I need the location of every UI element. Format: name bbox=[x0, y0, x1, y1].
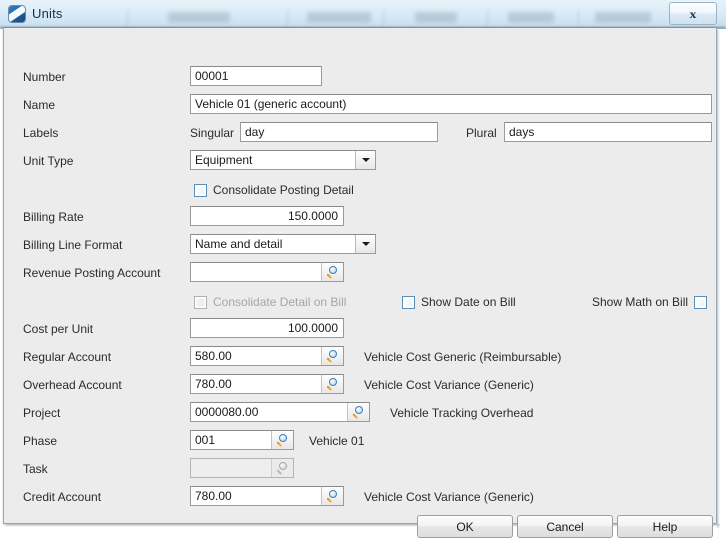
show-date-on-bill-label: Show Date on Bill bbox=[421, 294, 516, 309]
app-icon bbox=[9, 5, 25, 22]
billing-line-format-label: Billing Line Format bbox=[23, 238, 123, 252]
billing-line-format-value: Name and detail bbox=[195, 237, 283, 251]
cost-per-unit-input[interactable]: 100.0000 bbox=[190, 318, 344, 338]
labels-label: Labels bbox=[23, 126, 59, 140]
dialog-title: Units bbox=[32, 6, 63, 21]
ok-button[interactable]: OK bbox=[417, 515, 513, 538]
unit-type-label: Unit Type bbox=[23, 154, 74, 168]
regular-account-description: Vehicle Cost Generic (Reimbursable) bbox=[364, 350, 562, 364]
task-lookup-button bbox=[271, 459, 293, 477]
task-input bbox=[190, 458, 294, 478]
dialog-body: Number 00001 Name Vehicle 01 (generic ac… bbox=[3, 27, 718, 538]
magnifier-icon bbox=[326, 489, 339, 504]
overhead-account-description: Vehicle Cost Variance (Generic) bbox=[364, 378, 534, 392]
billing-line-format-select[interactable]: Name and detail bbox=[190, 234, 376, 254]
overhead-account-label: Overhead Account bbox=[23, 378, 122, 392]
magnifier-icon bbox=[326, 377, 339, 392]
billing-rate-input[interactable]: 150.0000 bbox=[190, 206, 344, 226]
project-label: Project bbox=[23, 406, 61, 420]
regular-account-input[interactable]: 580.00 bbox=[190, 346, 344, 366]
units-dialog-window: Units x Number 00001 Name Vehicle 01 (ge… bbox=[0, 0, 726, 538]
phase-description: Vehicle 01 bbox=[309, 434, 365, 448]
singular-input[interactable]: day bbox=[240, 122, 438, 142]
phase-lookup-button[interactable] bbox=[271, 431, 293, 449]
name-input[interactable]: Vehicle 01 (generic account) bbox=[190, 94, 712, 114]
magnifier-icon bbox=[276, 433, 289, 448]
dialog-titlebar[interactable]: Units x bbox=[0, 0, 726, 27]
credit-account-input[interactable]: 780.00 bbox=[190, 486, 344, 506]
chevron-down-icon[interactable] bbox=[355, 235, 375, 253]
checkbox-box bbox=[194, 295, 207, 309]
units-form: Number 00001 Name Vehicle 01 (generic ac… bbox=[4, 28, 718, 538]
titlebar-left-group: Units bbox=[0, 0, 63, 27]
magnifier-icon bbox=[326, 265, 339, 280]
project-input[interactable]: 0000080.00 bbox=[190, 402, 370, 422]
close-icon: x bbox=[689, 6, 697, 21]
unit-type-select[interactable]: Equipment bbox=[190, 150, 376, 170]
magnifier-icon bbox=[276, 461, 289, 476]
revenue-posting-account-label: Revenue Posting Account bbox=[23, 266, 161, 280]
revenue-posting-account-lookup-button[interactable] bbox=[321, 263, 343, 281]
consolidate-posting-detail-checkbox[interactable]: Consolidate Posting Detail bbox=[194, 183, 354, 197]
consolidate-detail-on-bill-checkbox: Consolidate Detail on Bill bbox=[194, 295, 346, 309]
billing-rate-label: Billing Rate bbox=[23, 210, 84, 224]
phase-input[interactable]: 001 bbox=[190, 430, 294, 450]
cost-per-unit-label: Cost per Unit bbox=[23, 322, 94, 336]
credit-account-lookup-button[interactable] bbox=[321, 487, 343, 505]
show-date-on-bill-checkbox[interactable]: Show Date on Bill bbox=[402, 295, 516, 309]
revenue-posting-account-input[interactable] bbox=[190, 262, 344, 282]
singular-label: Singular bbox=[190, 126, 235, 140]
checkbox-box bbox=[694, 295, 708, 309]
project-description: Vehicle Tracking Overhead bbox=[390, 406, 534, 420]
magnifier-icon bbox=[352, 405, 365, 420]
overhead-account-input[interactable]: 780.00 bbox=[190, 374, 344, 394]
credit-account-description: Vehicle Cost Variance (Generic) bbox=[364, 490, 534, 504]
regular-account-label: Regular Account bbox=[23, 350, 112, 364]
magnifier-icon bbox=[326, 349, 339, 364]
plural-input[interactable]: days bbox=[504, 122, 712, 142]
phase-label: Phase bbox=[23, 434, 58, 448]
credit-account-label: Credit Account bbox=[23, 490, 102, 504]
help-button[interactable]: Help bbox=[617, 515, 713, 538]
checkbox-box bbox=[402, 295, 415, 309]
close-button[interactable]: x bbox=[669, 2, 717, 25]
unit-type-value: Equipment bbox=[195, 153, 253, 167]
consolidate-detail-on-bill-label: Consolidate Detail on Bill bbox=[213, 294, 347, 309]
chevron-down-icon[interactable] bbox=[355, 151, 375, 169]
project-lookup-button[interactable] bbox=[347, 403, 369, 421]
task-label: Task bbox=[23, 462, 48, 476]
number-label: Number bbox=[23, 70, 66, 84]
consolidate-posting-detail-label: Consolidate Posting Detail bbox=[213, 182, 354, 197]
number-input[interactable]: 00001 bbox=[190, 66, 322, 86]
overhead-account-lookup-button[interactable] bbox=[321, 375, 343, 393]
plural-label: Plural bbox=[466, 126, 497, 140]
cancel-button[interactable]: Cancel bbox=[517, 515, 613, 538]
regular-account-lookup-button[interactable] bbox=[321, 347, 343, 365]
name-label: Name bbox=[23, 98, 56, 112]
show-math-on-bill-checkbox[interactable]: Show Math on Bill bbox=[592, 294, 708, 309]
checkbox-box bbox=[194, 183, 207, 197]
show-math-on-bill-label: Show Math on Bill bbox=[592, 294, 689, 309]
